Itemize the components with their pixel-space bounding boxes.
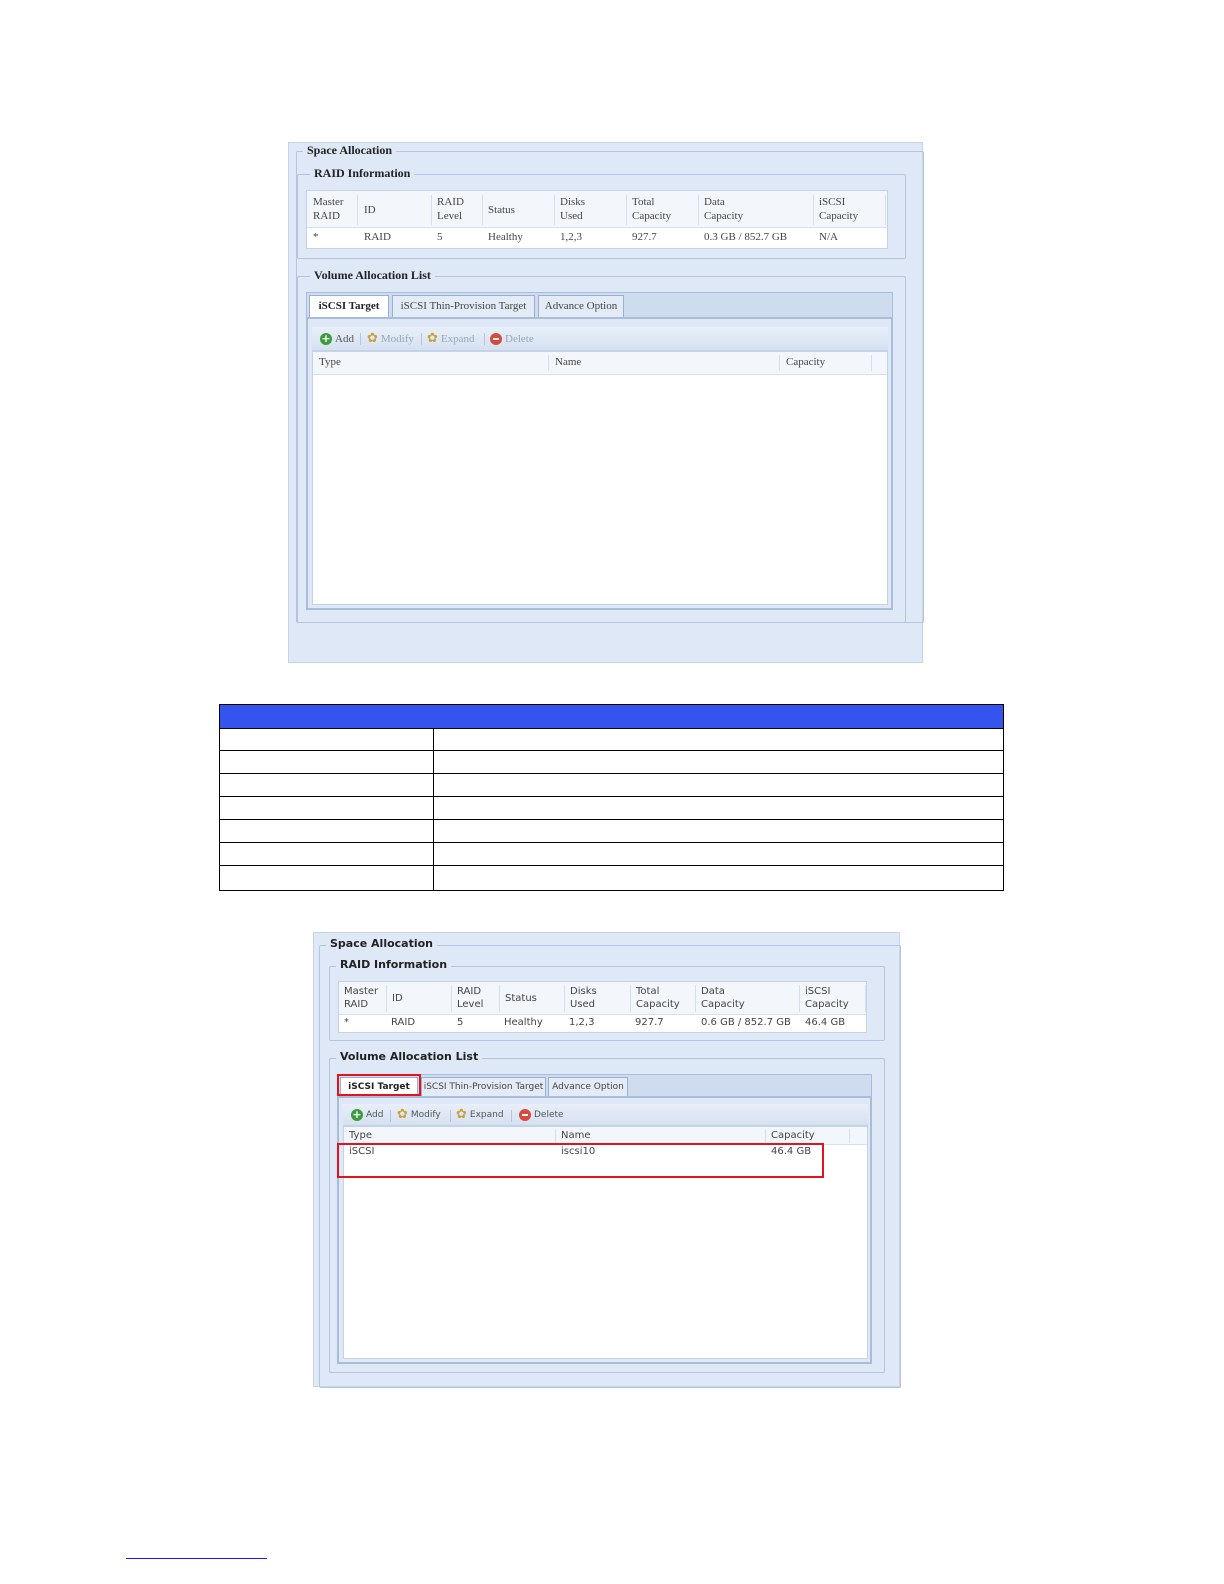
tab-body: + Add ✿ Modify ✿ Expand Delete Type Name Ca…	[306, 317, 893, 610]
volume-list: Type Name Capacity	[312, 351, 888, 605]
space-allocation-panel-1: Space Allocation RAID Information Master…	[288, 142, 924, 663]
cell-iscsi: 46.4 GB	[805, 1017, 846, 1028]
modify-button[interactable]: ✿ Modify	[367, 327, 414, 351]
raid-information-legend: RAID Information	[336, 958, 452, 971]
table-row	[220, 797, 1003, 820]
toolbar: + Add ✿ Modify ✿ Expand Delete	[343, 1104, 868, 1126]
footnote-separator	[126, 1558, 267, 1559]
table-row	[220, 774, 1003, 797]
col-total-capacity[interactable]: Total Capacity	[627, 195, 699, 225]
gear-icon: ✿	[456, 1107, 467, 1122]
col-raid-level[interactable]: RAID Level	[452, 985, 500, 1012]
delete-icon	[519, 1109, 531, 1121]
cell-iscsi: N/A	[819, 231, 838, 243]
table-row	[220, 728, 1003, 751]
col-status[interactable]: Status	[500, 985, 565, 1012]
column-divider	[433, 728, 434, 890]
gear-icon: ✿	[397, 1107, 408, 1122]
raid-table-header: Master RAID ID RAID Level Status Disks Used…	[339, 982, 866, 1015]
col-disks-used[interactable]: Disks Used	[555, 195, 627, 225]
volume-allocation-legend: Volume Allocation List	[336, 1050, 483, 1063]
cell-status: Healthy	[504, 1017, 543, 1028]
col-id[interactable]: ID	[387, 985, 452, 1012]
col-data-capacity[interactable]: Data Capacity	[696, 985, 800, 1012]
add-button[interactable]: + Add	[320, 327, 354, 351]
tab-thin-provision[interactable]: iSCSI Thin-Provision Target	[421, 1077, 546, 1097]
raid-information-table: Master RAID ID RAID Level Status Disks Used…	[306, 190, 888, 249]
cell-level: 5	[437, 231, 443, 243]
tab-thin-provision[interactable]: iSCSI Thin-Provision Target	[392, 295, 535, 317]
table-row	[220, 843, 1003, 866]
col-iscsi-capacity[interactable]: iSCSI Capacity	[814, 195, 886, 225]
toolbar: + Add ✿ Modify ✿ Expand Delete	[312, 327, 888, 351]
col-disks-used[interactable]: Disks Used	[565, 985, 631, 1012]
col-id[interactable]: ID	[358, 195, 432, 225]
cell-disks: 1,2,3	[569, 1017, 595, 1028]
col-name[interactable]: Name	[556, 1129, 766, 1143]
space-allocation-legend: Space Allocation	[326, 937, 438, 950]
raid-information-legend: RAID Information	[310, 166, 415, 181]
tab-body: + Add ✿ Modify ✿ Expand Delete Type Name Ca…	[337, 1096, 872, 1364]
highlight-box-tab	[337, 1074, 421, 1096]
cell-data: 0.3 GB / 852.7 GB	[704, 231, 788, 243]
table-row	[220, 820, 1003, 843]
col-type[interactable]: Type	[344, 1129, 556, 1143]
table-row	[220, 866, 1003, 889]
table-row[interactable]: * RAID 5 Healthy 1,2,3 927.7 0.3 GB / 85…	[307, 227, 887, 248]
cell-level: 5	[457, 1017, 464, 1028]
cell-id: RAID	[391, 1017, 416, 1028]
cell-data: 0.6 GB / 852.7 GB	[701, 1017, 791, 1028]
col-total-capacity[interactable]: Total Capacity	[631, 985, 696, 1012]
tab-advance-option[interactable]: Advance Option	[538, 295, 624, 317]
delete-button[interactable]: Delete	[519, 1104, 564, 1126]
col-status[interactable]: Status	[483, 195, 555, 225]
col-data-capacity[interactable]: Data Capacity	[699, 195, 814, 225]
description-table-header	[220, 705, 1003, 729]
col-capacity[interactable]: Capacity	[780, 355, 872, 371]
expand-button[interactable]: ✿ Expand	[456, 1104, 504, 1126]
col-iscsi-capacity[interactable]: iSCSI Capacity	[800, 985, 866, 1012]
expand-button[interactable]: ✿ Expand	[427, 327, 475, 351]
gear-icon: ✿	[427, 331, 438, 346]
col-master-raid[interactable]: Master RAID	[307, 195, 358, 225]
add-icon: +	[351, 1108, 363, 1121]
col-master-raid[interactable]: Master RAID	[339, 985, 387, 1012]
space-allocation-panel-2: Space Allocation RAID Information Master…	[313, 932, 901, 1388]
col-name[interactable]: Name	[549, 355, 780, 371]
highlight-box-row	[337, 1143, 824, 1178]
volume-allocation-legend: Volume Allocation List	[310, 268, 435, 283]
add-button[interactable]: + Add	[351, 1104, 383, 1126]
cell-id: RAID	[364, 231, 391, 243]
delete-button[interactable]: Delete	[490, 327, 534, 351]
cell-total: 927.7	[632, 231, 657, 243]
tab-advance-option[interactable]: Advance Option	[548, 1077, 628, 1097]
gear-icon: ✿	[367, 331, 378, 346]
space-allocation-legend: Space Allocation	[303, 143, 397, 158]
volume-list-header: Type Name Capacity	[313, 352, 887, 375]
table-row	[220, 751, 1003, 774]
tab-iscsi-target[interactable]: iSCSI Target	[309, 295, 389, 317]
cell-disks: 1,2,3	[560, 231, 582, 243]
cell-total: 927.7	[635, 1017, 664, 1028]
description-table	[219, 704, 1004, 891]
add-icon: +	[320, 332, 332, 345]
tab-bar: iSCSI Target iSCSI Thin-Provision Target…	[306, 292, 893, 318]
raid-information-table: Master RAID ID RAID Level Status Disks Used…	[338, 981, 867, 1033]
col-raid-level[interactable]: RAID Level	[432, 195, 483, 225]
delete-icon	[490, 333, 502, 345]
table-row[interactable]: * RAID 5 Healthy 1,2,3 927.7 0.6 GB / 85…	[339, 1014, 866, 1032]
cell-master: *	[313, 231, 319, 243]
raid-table-header: Master RAID ID RAID Level Status Disks Used…	[307, 191, 887, 228]
col-type[interactable]: Type	[313, 355, 549, 371]
col-capacity[interactable]: Capacity	[766, 1129, 850, 1143]
modify-button[interactable]: ✿ Modify	[397, 1104, 441, 1126]
cell-status: Healthy	[488, 231, 523, 243]
cell-master: *	[344, 1017, 349, 1028]
